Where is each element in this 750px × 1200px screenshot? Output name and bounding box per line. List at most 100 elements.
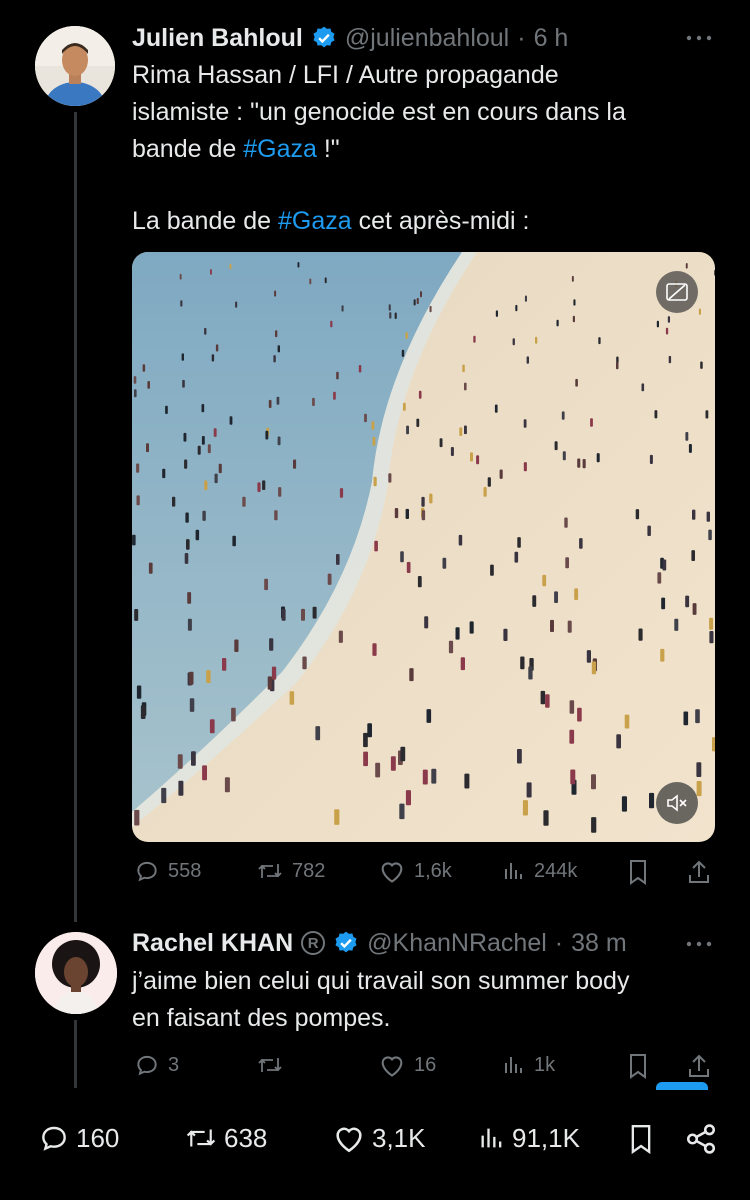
person-figure <box>540 690 546 705</box>
person-figure <box>312 606 317 619</box>
tweet-text: Rima Hassan / LFI / Autre propagande isl… <box>132 57 722 240</box>
share-icon[interactable] <box>686 1052 712 1085</box>
person-figure <box>132 534 136 546</box>
person-figure <box>289 691 295 705</box>
person-figure <box>556 319 559 327</box>
text: !" <box>316 135 340 163</box>
reply-button[interactable]: 558 <box>134 858 201 884</box>
person-figure <box>667 316 670 323</box>
verified-badge-icon <box>311 25 337 51</box>
person-figure <box>526 356 529 364</box>
person-figure <box>545 694 550 708</box>
tweet-line: islamiste : "un genocide est en cours da… <box>132 98 626 126</box>
person-figure <box>257 482 261 492</box>
bottom-reply-button[interactable]: 160 <box>38 1122 119 1154</box>
text: La bande de <box>132 207 278 235</box>
person-figure <box>339 488 344 498</box>
bookmark-icon[interactable] <box>626 1052 650 1085</box>
bottom-like-button[interactable]: 3,1K <box>332 1122 426 1154</box>
reply-repost-button[interactable] <box>256 1052 284 1078</box>
person-figure <box>229 416 233 425</box>
mute-icon[interactable] <box>656 782 698 824</box>
person-figure <box>162 468 166 479</box>
person-figure <box>413 299 416 306</box>
person-figure <box>464 773 470 789</box>
person-figure <box>274 510 278 521</box>
person-figure <box>426 709 432 723</box>
person-figure <box>403 402 406 411</box>
person-figure <box>638 628 643 641</box>
person-figure <box>522 800 528 816</box>
reply-author-handle[interactable]: @KhanNRachel <box>367 929 547 958</box>
person-figure <box>374 540 378 552</box>
author-handle[interactable]: @julienbahloul <box>345 24 509 53</box>
repost-button[interactable]: 782 <box>256 858 325 884</box>
person-figure <box>692 509 696 520</box>
person-figure <box>420 291 422 298</box>
author-name[interactable]: Julien Bahloul <box>132 24 303 53</box>
tweet-line: La bande de #Gaza cet après-midi : <box>132 203 722 240</box>
person-figure <box>459 427 463 436</box>
person-figure <box>262 480 266 490</box>
person-figure <box>394 312 397 319</box>
person-figure <box>271 666 277 680</box>
person-figure <box>562 451 566 461</box>
person-figure <box>268 399 272 408</box>
reply-author-name[interactable]: Rachel KHAN <box>132 929 293 958</box>
person-figure <box>574 588 579 600</box>
more-icon[interactable] <box>685 934 713 954</box>
views-button[interactable]: 244k <box>502 858 577 884</box>
avatar-rachel[interactable] <box>35 932 117 1014</box>
person-figure <box>222 658 227 671</box>
bottom-repost-button[interactable]: 638 <box>184 1122 267 1154</box>
caption-icon[interactable] <box>656 271 698 313</box>
person-figure <box>204 327 207 335</box>
share-icon[interactable] <box>686 858 712 891</box>
person-figure <box>520 656 525 670</box>
person-figure <box>140 705 146 719</box>
person-figure <box>526 782 532 798</box>
bottom-views-button[interactable]: 91,1K <box>478 1122 580 1154</box>
loading-indicator <box>656 1082 708 1090</box>
reply-reply-button[interactable]: 3 <box>134 1052 179 1078</box>
hashtag-gaza[interactable]: #Gaza <box>243 135 317 163</box>
person-figure <box>264 578 268 591</box>
person-figure <box>661 597 666 610</box>
person-figure <box>136 463 140 473</box>
person-figure <box>528 666 533 680</box>
person-figure <box>358 365 362 373</box>
like-button[interactable]: 1,6k <box>378 858 452 884</box>
bookmark-icon[interactable] <box>627 1122 655 1161</box>
person-figure <box>186 539 190 550</box>
person-figure <box>460 657 465 671</box>
person-figure <box>565 557 569 569</box>
person-figure <box>187 618 192 631</box>
person-figure <box>662 559 667 571</box>
more-icon[interactable] <box>685 28 713 48</box>
person-figure <box>201 436 205 445</box>
reply-views-button[interactable]: 1k <box>502 1052 555 1078</box>
bookmark-icon[interactable] <box>626 858 650 891</box>
person-figure <box>327 573 332 585</box>
reply-like-button[interactable]: 16 <box>378 1052 436 1078</box>
person-figure <box>211 354 215 362</box>
person-figure <box>215 344 219 352</box>
person-figure <box>372 643 377 656</box>
person-figure <box>341 305 344 312</box>
person-figure <box>490 564 494 576</box>
person-figure <box>232 535 236 547</box>
share-network-icon[interactable] <box>684 1122 718 1161</box>
like-icon <box>381 862 403 883</box>
tweet-line: Rima Hassan / LFI / Autre propagande <box>132 61 559 89</box>
person-figure <box>334 809 340 825</box>
person-figure <box>503 628 508 641</box>
tweet-video[interactable] <box>132 252 715 842</box>
timestamp[interactable]: 6 h <box>534 24 569 53</box>
hashtag-gaza[interactable]: #Gaza <box>278 207 352 235</box>
avatar-julien[interactable] <box>35 26 115 106</box>
person-figure <box>207 444 211 454</box>
person-figure <box>195 529 200 541</box>
person-figure <box>654 410 658 419</box>
reply-timestamp[interactable]: 38 m <box>571 929 627 958</box>
person-figure <box>649 792 655 809</box>
